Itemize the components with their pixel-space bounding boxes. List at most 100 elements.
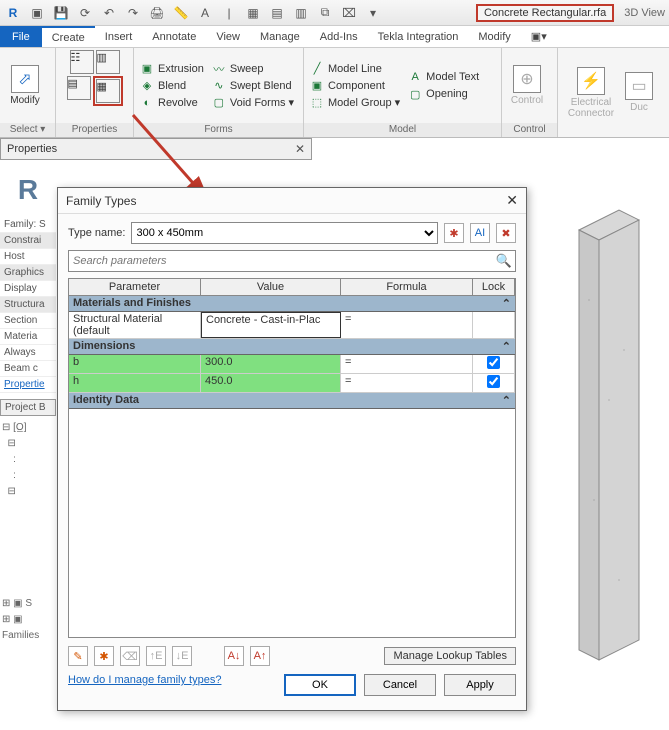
- table-toolbar: ✎ ✱ ⌫ ↑E ↓E A↓ A↑ Manage Lookup Tables: [68, 644, 516, 666]
- model-text-button[interactable]: AModel Text: [406, 69, 481, 85]
- sync-icon[interactable]: ⟳: [76, 4, 94, 22]
- redo-icon[interactable]: ↷: [124, 4, 142, 22]
- app-menu-icon[interactable]: R: [4, 4, 22, 22]
- properties-help-link[interactable]: Propertie: [0, 377, 56, 393]
- 3d-preview-beam[interactable]: [569, 200, 649, 670]
- graphics-group[interactable]: Graphics: [0, 265, 56, 281]
- swept-blend-button[interactable]: ∿Swept Blend: [210, 78, 296, 94]
- opening-button[interactable]: ▢Opening: [406, 86, 481, 102]
- qat-dropdown-icon[interactable]: ▾: [364, 4, 382, 22]
- sweep-button[interactable]: 〰Sweep: [210, 61, 296, 77]
- properties-close-icon[interactable]: ✕: [295, 142, 305, 156]
- lock-b-checkbox[interactable]: [487, 356, 500, 369]
- dialog-close-icon[interactable]: ✕: [506, 192, 518, 209]
- tab-manage[interactable]: Manage: [250, 26, 310, 47]
- help-link[interactable]: How do I manage family types?: [68, 674, 221, 696]
- new-param-icon[interactable]: ✱: [94, 646, 114, 666]
- project-browser-header: Project B: [0, 399, 56, 416]
- family-types-icon[interactable]: ▦: [96, 79, 120, 103]
- type-name-select[interactable]: 300 x 450mm: [131, 222, 438, 244]
- beam-row: Beam c: [0, 361, 56, 377]
- sort-asc-icon[interactable]: A↓: [224, 646, 244, 666]
- new-type-icon[interactable]: ✱: [444, 223, 464, 243]
- constraints-group[interactable]: Constrai: [0, 233, 56, 249]
- tab-tekla[interactable]: Tekla Integration: [368, 26, 469, 47]
- row-h[interactable]: h 450.0 =: [69, 374, 515, 393]
- tab-addins[interactable]: Add-Ins: [310, 26, 368, 47]
- search-input[interactable]: [69, 255, 493, 267]
- collapse-icon[interactable]: ⌃: [502, 394, 511, 407]
- measure-icon[interactable]: 📏: [172, 4, 190, 22]
- view3-icon[interactable]: ▥: [292, 4, 310, 22]
- open-icon[interactable]: ▣: [28, 4, 46, 22]
- sort-desc-icon[interactable]: A↑: [250, 646, 270, 666]
- row-structural-material[interactable]: Structural Material (default Concrete - …: [69, 312, 515, 339]
- tab-expand-icon[interactable]: ▣▾: [521, 26, 557, 47]
- close-inactive-icon[interactable]: ⌧: [340, 4, 358, 22]
- properties-title: Properties: [7, 143, 57, 155]
- switch-win-icon[interactable]: ⧉: [316, 4, 334, 22]
- print-icon[interactable]: 🖨: [148, 4, 166, 22]
- panel-select-label[interactable]: Select ▾: [0, 123, 55, 137]
- opening-icon: ▢: [408, 87, 422, 101]
- tab-create[interactable]: Create: [42, 26, 95, 47]
- family-category-icon[interactable]: ▤: [67, 76, 91, 100]
- component-button[interactable]: ▣Component: [308, 78, 402, 94]
- view2-icon[interactable]: ▤: [268, 4, 286, 22]
- undo-icon[interactable]: ↶: [100, 4, 118, 22]
- tab-view[interactable]: View: [206, 26, 250, 47]
- search-icon[interactable]: 🔍: [493, 253, 515, 269]
- void-icon: ▢: [212, 96, 226, 110]
- file-tab[interactable]: File: [0, 26, 42, 47]
- collapse-icon[interactable]: ⌃: [502, 340, 511, 353]
- view1-icon[interactable]: ▦: [244, 4, 262, 22]
- manage-lookup-tables-button[interactable]: Manage Lookup Tables: [384, 647, 516, 665]
- control-button[interactable]: ⊕ Control: [506, 54, 548, 118]
- parameter-table: Parameter Value Formula Lock Materials a…: [68, 278, 516, 638]
- group-identity-data[interactable]: Identity Data⌃: [69, 393, 515, 409]
- duct-connector-button[interactable]: ▭ Duc: [624, 61, 654, 125]
- delete-param-icon[interactable]: ⌫: [120, 646, 140, 666]
- tab-modify[interactable]: Modify: [468, 26, 520, 47]
- modify-button[interactable]: ⬀ Modify: [4, 54, 46, 118]
- move-up-icon[interactable]: ↑E: [146, 646, 166, 666]
- display-row: Display: [0, 281, 56, 297]
- col-parameter[interactable]: Parameter: [69, 279, 201, 295]
- move-down-icon[interactable]: ↓E: [172, 646, 192, 666]
- properties-icon[interactable]: ☷: [70, 50, 94, 74]
- model-line-button[interactable]: ╱Model Line: [308, 61, 402, 77]
- swept-blend-icon: ∿: [212, 79, 226, 93]
- section-row: Section: [0, 313, 56, 329]
- row-b[interactable]: b 300.0 =: [69, 355, 515, 374]
- cancel-button[interactable]: Cancel: [364, 674, 436, 696]
- type-properties-icon[interactable]: ▥: [96, 50, 120, 74]
- col-formula[interactable]: Formula: [341, 279, 473, 295]
- tab-annotate[interactable]: Annotate: [142, 26, 206, 47]
- text-icon[interactable]: A: [196, 4, 214, 22]
- ok-button[interactable]: OK: [284, 674, 356, 696]
- edit-param-icon[interactable]: ✎: [68, 646, 88, 666]
- blend-button[interactable]: ◈Blend: [138, 78, 206, 94]
- collapse-icon[interactable]: ⌃: [502, 297, 511, 310]
- delete-type-icon[interactable]: ✖: [496, 223, 516, 243]
- group-materials[interactable]: Materials and Finishes⌃: [69, 296, 515, 312]
- panel-properties: ☷ ▥ ▤ ▦ Properties: [56, 48, 134, 137]
- col-value[interactable]: Value: [201, 279, 341, 295]
- tab-insert[interactable]: Insert: [95, 26, 143, 47]
- electrical-connector-button[interactable]: ⚡ Electrical Connector: [562, 61, 620, 125]
- app-logo-icon: R: [0, 162, 56, 217]
- void-forms-button[interactable]: ▢Void Forms ▾: [210, 95, 296, 111]
- group-dimensions[interactable]: Dimensions⌃: [69, 339, 515, 355]
- model-group-button[interactable]: ⬚Model Group ▾: [308, 95, 402, 111]
- apply-button[interactable]: Apply: [444, 674, 516, 696]
- lock-h-checkbox[interactable]: [487, 375, 500, 388]
- family-selector[interactable]: Family: S: [0, 217, 56, 233]
- save-icon[interactable]: 💾: [52, 4, 70, 22]
- project-browser-tree[interactable]: ⊟ [O̲] ⊟ : : ⊟ ⊞ ▣ S⊞ ▣ Families: [0, 416, 56, 648]
- rename-type-icon[interactable]: AI: [470, 223, 490, 243]
- type-name-label: Type name:: [68, 227, 125, 239]
- revolve-button[interactable]: ◐Revolve: [138, 95, 206, 111]
- structural-group[interactable]: Structura: [0, 297, 56, 313]
- extrusion-button[interactable]: ▣Extrusion: [138, 61, 206, 77]
- col-lock[interactable]: Lock: [473, 279, 515, 295]
